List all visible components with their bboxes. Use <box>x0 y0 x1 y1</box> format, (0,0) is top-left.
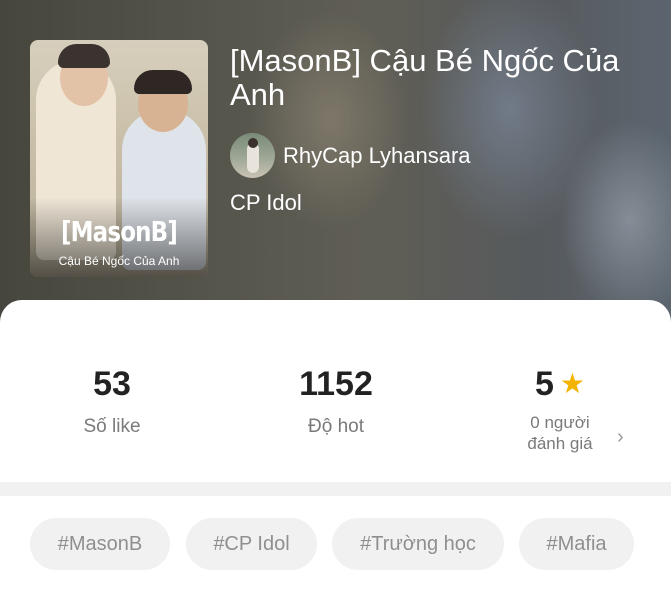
hot-stat: 1152 Độ hot <box>256 364 416 438</box>
rating-stat[interactable]: 5 ★ 0 người đánh giá <box>480 364 640 454</box>
author-avatar[interactable] <box>230 133 275 178</box>
hot-label: Độ hot <box>308 416 364 437</box>
cover-figure <box>134 70 192 94</box>
rating-label-suffix: đánh giá <box>527 434 593 453</box>
tag-chip[interactable]: #MasonB <box>30 518 170 570</box>
likes-stat: 53 Số like <box>32 364 192 438</box>
rating-value: 5 <box>534 365 554 403</box>
cover-figure <box>58 44 110 68</box>
cover-subtitle: Cậu Bé Ngốc Của Anh <box>58 254 180 268</box>
tag-chip[interactable]: #Mafia <box>519 518 634 570</box>
hero-header: [MasonB] Cậu Bé Ngốc Của Anh [MasonB] Cậ… <box>0 0 671 330</box>
tag-list: #MasonB #CP Idol #Trường học #Mafia <box>0 496 671 600</box>
stats-panel: 53 Số like 1152 Độ hot 5 ★ 0 người đánh … <box>0 300 671 482</box>
hot-count: 1152 <box>299 365 373 403</box>
author-name[interactable]: RhyCap Lyhansara <box>283 143 471 169</box>
likes-count: 53 <box>93 365 131 403</box>
tag-chip[interactable]: #CP Idol <box>186 518 317 570</box>
author-link[interactable]: RhyCap Lyhansara <box>230 133 471 178</box>
avatar-figure <box>248 138 258 148</box>
story-title: [MasonB] Cậu Bé Ngốc Của Anh <box>230 43 620 112</box>
star-icon: ★ <box>559 368 586 399</box>
tag-chip[interactable]: #Trường học <box>332 518 504 570</box>
chevron-right-icon[interactable]: › <box>617 426 624 449</box>
story-category[interactable]: CP Idol <box>230 190 302 216</box>
cover-title: [MasonB] <box>60 215 178 248</box>
story-cover-image[interactable]: [MasonB] Cậu Bé Ngốc Của Anh <box>30 40 208 277</box>
rating-label: 0 người đánh giá <box>480 412 640 454</box>
rating-count-label: 0 người <box>530 413 590 432</box>
likes-label: Số like <box>83 416 141 437</box>
